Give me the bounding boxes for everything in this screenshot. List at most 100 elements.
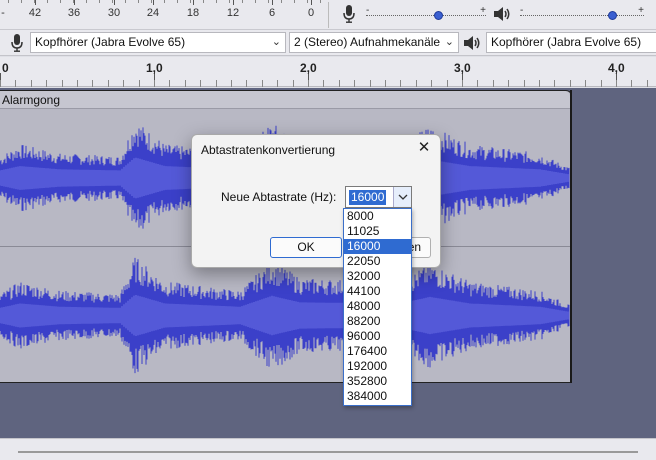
timeline-minor-tick — [554, 80, 555, 87]
meter-minor-tick — [190, 0, 191, 3]
recording-device-select[interactable]: Kopfhörer (Jabra Evolve 65) ⌄ — [30, 32, 286, 53]
playback-volume-slider[interactable]: - + — [520, 5, 644, 25]
timeline-minor-tick — [46, 80, 47, 87]
timeline-minor-tick — [308, 80, 309, 87]
clip-boundary[interactable] — [570, 90, 572, 383]
timeline-minor-tick — [601, 80, 602, 87]
meter-minor-tick — [151, 0, 152, 3]
meter-tick — [272, 0, 273, 5]
timeline-minor-tick — [493, 80, 494, 87]
timeline-minor-tick — [585, 80, 586, 87]
timeline-minor-tick — [631, 80, 632, 87]
rate-combobox[interactable]: 16000 — [345, 186, 412, 208]
rate-option[interactable]: 8000 — [344, 209, 411, 224]
timeline-minor-tick — [477, 80, 478, 87]
rate-dropdown-list[interactable]: 8000 11025 16000 22050 32000 44100 48000 88200 9… — [343, 208, 412, 406]
recording-device-value: Kopfhörer (Jabra Evolve 65) — [35, 35, 186, 49]
meter-tick — [311, 0, 312, 5]
toolbar-separator — [328, 2, 329, 28]
timeline-minor-tick — [0, 80, 1, 87]
meter-toolbar: - 42 36 30 24 18 12 6 0 - + - + — [0, 0, 656, 30]
slider-track — [520, 15, 644, 16]
meter-tick — [193, 0, 194, 5]
meter-minor-tick — [177, 0, 178, 3]
meter-minor-tick — [99, 0, 100, 3]
meter-minor-tick — [138, 0, 139, 3]
rate-option[interactable]: 88200 — [344, 314, 411, 329]
timeline-minor-tick — [293, 80, 294, 87]
chevron-down-icon[interactable] — [393, 187, 411, 207]
timeline-label: 0 — [2, 61, 9, 75]
timeline-minor-tick — [231, 80, 232, 87]
meter-tick-label: 42 — [28, 7, 42, 19]
microphone-icon — [8, 33, 26, 53]
rate-option[interactable]: 192000 — [344, 359, 411, 374]
timeline-minor-tick — [92, 80, 93, 87]
rate-option[interactable]: 352800 — [344, 374, 411, 389]
timeline-minor-tick — [200, 80, 201, 87]
rate-option[interactable]: 384000 — [344, 389, 411, 404]
meter-minor-tick — [320, 0, 321, 3]
speaker-icon — [462, 33, 482, 53]
timeline-minor-tick — [339, 80, 340, 87]
meter-tick-label: 30 — [107, 7, 121, 19]
rate-combobox-value[interactable]: 16000 — [349, 190, 387, 205]
timeline-ruler[interactable]: 0 1,0 2,0 3,0 4,0 — [0, 57, 656, 87]
timeline-minor-tick — [185, 80, 186, 87]
scrollbar-thumb[interactable] — [18, 451, 638, 453]
timeline-minor-tick — [400, 80, 401, 87]
timeline-minor-tick — [524, 80, 525, 87]
rate-option[interactable]: 11025 — [344, 224, 411, 239]
meter-minor-tick — [164, 0, 165, 3]
meter-minor-tick — [307, 0, 308, 3]
meter-minor-tick — [281, 0, 282, 3]
timeline-minor-tick — [570, 80, 571, 87]
chevron-down-icon: ⌄ — [444, 36, 454, 48]
timeline-minor-tick — [139, 80, 140, 87]
timeline-label: 2,0 — [300, 61, 317, 75]
timeline-label: 3,0 — [454, 61, 471, 75]
timeline-minor-tick — [108, 80, 109, 87]
rate-option[interactable]: 176400 — [344, 344, 411, 359]
playback-device-select[interactable]: Kopfhörer (Jabra Evolve 65) — [486, 32, 656, 53]
timeline-minor-tick — [462, 80, 463, 87]
timeline-minor-tick — [262, 80, 263, 87]
horizontal-scrollbar[interactable] — [0, 438, 656, 460]
meter-tick — [114, 0, 115, 5]
rate-option[interactable]: 48000 — [344, 299, 411, 314]
microphone-icon[interactable] — [340, 3, 358, 25]
rate-option[interactable]: 44100 — [344, 284, 411, 299]
meter-minor-tick — [229, 0, 230, 3]
timeline-minor-tick — [447, 80, 448, 87]
rate-option[interactable]: 22050 — [344, 254, 411, 269]
meter-minor-tick — [21, 0, 22, 3]
timeline-minor-tick — [62, 80, 63, 87]
meter-minor-tick — [294, 0, 295, 3]
recording-channels-select[interactable]: 2 (Stereo) Aufnahmekanäle ⌄ — [289, 32, 459, 53]
timeline-minor-tick — [216, 80, 217, 87]
meter-tick-label: - — [1, 7, 5, 19]
meter-minor-tick — [86, 0, 87, 3]
meter-minor-tick — [216, 0, 217, 3]
close-icon[interactable]: ✕ — [416, 140, 432, 156]
meter-tick-label: 24 — [146, 7, 160, 19]
recording-meter-ruler[interactable]: - 42 36 30 24 18 12 6 0 — [0, 0, 322, 30]
recording-volume-slider[interactable]: - + — [366, 5, 486, 25]
rate-option[interactable]: 96000 — [344, 329, 411, 344]
timeline-minor-tick — [277, 80, 278, 87]
meter-minor-tick — [8, 0, 9, 3]
rate-option[interactable]: 32000 — [344, 269, 411, 284]
meter-minor-tick — [34, 0, 35, 3]
meter-tick-label: 18 — [186, 7, 200, 19]
slider-thumb[interactable] — [434, 11, 443, 20]
device-toolbar: Kopfhörer (Jabra Evolve 65) ⌄ 2 (Stereo)… — [0, 30, 656, 56]
timeline-minor-tick — [416, 80, 417, 87]
timeline-minor-tick — [31, 80, 32, 87]
ok-button[interactable]: OK — [270, 237, 342, 258]
timeline-minor-tick — [647, 80, 648, 87]
speaker-icon[interactable] — [492, 3, 512, 25]
clip-header[interactable]: Alarmgong — [0, 91, 570, 109]
rate-option[interactable]: 16000 — [344, 239, 411, 254]
slider-thumb[interactable] — [608, 11, 617, 20]
meter-tick-label: 0 — [307, 7, 315, 19]
